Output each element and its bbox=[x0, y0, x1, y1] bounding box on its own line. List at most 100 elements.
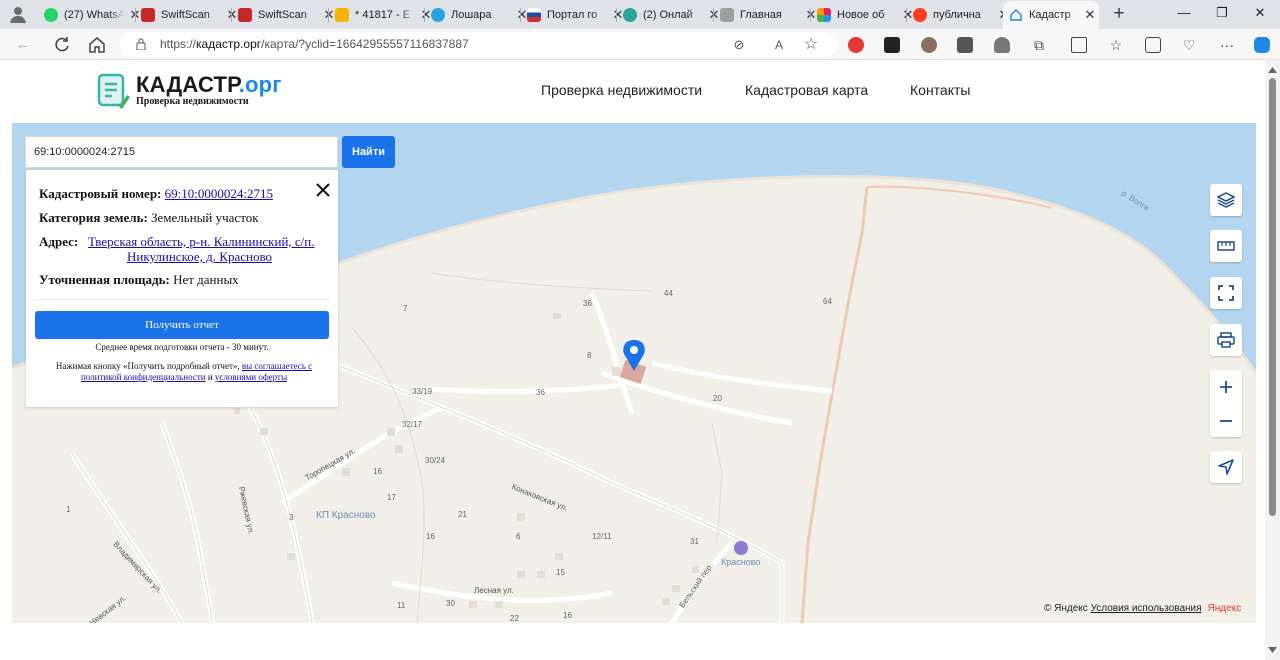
back-icon[interactable]: ← bbox=[13, 35, 33, 55]
address-row-continued: Никулинское, д. Красново bbox=[127, 249, 272, 265]
maximize-icon[interactable]: ❐ bbox=[1214, 5, 1230, 21]
house-number: 16 bbox=[426, 532, 435, 541]
url-text: https://кадастр.орг/карта/?yclid=1664295… bbox=[160, 37, 469, 51]
browser-tab[interactable]: Лошара ✕ bbox=[431, 2, 529, 28]
house-number: 33/19 bbox=[412, 387, 433, 396]
house-number: 3 bbox=[289, 513, 294, 522]
house-number: 11 bbox=[397, 601, 406, 610]
read-aloud-icon[interactable]: A bbox=[771, 37, 787, 53]
split-screen-icon[interactable] bbox=[1071, 37, 1087, 53]
area-row: Уточненная площадь: Нет данных bbox=[39, 272, 239, 287]
collections-icon[interactable] bbox=[1145, 37, 1161, 53]
browser-tab[interactable]: публична ✕ bbox=[913, 2, 1011, 28]
house-number: 1 bbox=[66, 505, 71, 514]
close-tab-icon[interactable]: ✕ bbox=[1083, 7, 1097, 23]
lock-icon[interactable] bbox=[136, 38, 146, 50]
scroll-up-icon[interactable] bbox=[1268, 66, 1277, 74]
more-menu-icon[interactable]: ··· bbox=[1219, 37, 1235, 53]
new-tab-icon[interactable]: + bbox=[1110, 4, 1128, 24]
house-number: 8 bbox=[587, 351, 592, 360]
map-label-street: Лесная ул. bbox=[474, 586, 514, 595]
offer-terms-link[interactable]: условиями оферты bbox=[215, 372, 287, 382]
house-number: 64 bbox=[823, 297, 832, 306]
close-tab-icon[interactable]: ✕ bbox=[225, 7, 239, 23]
tab-title: Лошара bbox=[451, 9, 492, 21]
terms-of-use-link[interactable]: Условия использования bbox=[1091, 603, 1202, 614]
logo-document-icon[interactable] bbox=[97, 73, 131, 109]
geolocation-button[interactable] bbox=[1210, 451, 1242, 483]
close-tab-icon[interactable]: ✕ bbox=[322, 7, 336, 23]
favorites-icon[interactable]: ☆ bbox=[1108, 37, 1124, 53]
map-copyright: © Яндекс Условия использования Яндекс bbox=[1044, 603, 1242, 614]
house-number: 17 bbox=[387, 493, 396, 502]
browser-tab[interactable]: SwiftScan ✕ bbox=[238, 2, 336, 28]
zoom-out-button[interactable] bbox=[1210, 404, 1242, 437]
get-report-button[interactable]: Получить отчет bbox=[35, 311, 329, 339]
scrollbar-thumb[interactable] bbox=[1269, 78, 1276, 516]
yandex-logo: Яндекс bbox=[1207, 603, 1242, 614]
telegram-icon bbox=[431, 8, 445, 22]
tab-title: Новое об bbox=[837, 9, 885, 21]
house-number: 36 bbox=[536, 388, 545, 397]
tab-title: Портал го bbox=[547, 9, 598, 21]
extension-icon[interactable] bbox=[994, 37, 1010, 53]
extension-icon[interactable] bbox=[848, 37, 864, 53]
minus-icon bbox=[1220, 419, 1232, 422]
close-icon[interactable] bbox=[315, 182, 331, 198]
extension-icon[interactable] bbox=[957, 37, 973, 53]
logo-title[interactable]: КАДАСТР.орг bbox=[136, 72, 282, 98]
browser-tab[interactable]: SwiftScan ✕ bbox=[141, 2, 239, 28]
house-number: 20 bbox=[713, 394, 722, 403]
nav-property-check[interactable]: Проверка недвижимости bbox=[541, 82, 702, 98]
extension-icon[interactable] bbox=[921, 37, 937, 53]
nav-cadastral-map[interactable]: Кадастровая карта bbox=[745, 82, 868, 98]
search-button[interactable]: Найти bbox=[342, 136, 395, 168]
address-link[interactable]: Тверская область, р-н. Калининский, с/п. bbox=[88, 234, 315, 249]
fullscreen-button[interactable] bbox=[1210, 277, 1242, 309]
profile-icon[interactable] bbox=[8, 4, 28, 24]
extensions-puzzle-icon[interactable]: ⧉ bbox=[1031, 37, 1047, 53]
cadastral-number-link[interactable]: 69:10:0000024:2715 bbox=[165, 186, 273, 201]
favorite-star-icon[interactable]: ☆ bbox=[803, 37, 819, 53]
close-window-icon[interactable]: ✕ bbox=[1252, 5, 1268, 21]
copilot-icon[interactable] bbox=[1254, 37, 1270, 53]
pdf-icon bbox=[141, 8, 155, 22]
browser-essentials-icon[interactable]: ♡ bbox=[1181, 37, 1197, 53]
home-icon[interactable] bbox=[87, 35, 107, 55]
divider bbox=[34, 299, 330, 300]
cadastral-search-input[interactable]: 69:10:0000024:2715 bbox=[25, 136, 338, 168]
site-header: КАДАСТР.орг Проверка недвижимости Провер… bbox=[3, 60, 1265, 123]
yandex-icon bbox=[913, 8, 927, 22]
tab-title: SwiftScan bbox=[258, 9, 307, 21]
print-button[interactable] bbox=[1210, 324, 1242, 356]
house-number: 21 bbox=[458, 510, 467, 519]
report-time-note: Среднее время подготовки отчета - 30 мин… bbox=[95, 342, 269, 352]
browser-tab[interactable]: * 41817 - Е ✕ bbox=[335, 2, 433, 28]
fullscreen-icon bbox=[1218, 285, 1234, 301]
layers-button[interactable] bbox=[1210, 184, 1242, 216]
scroll-down-icon[interactable] bbox=[1268, 646, 1277, 654]
address-link[interactable]: Никулинское, д. Красново bbox=[127, 249, 272, 264]
close-tab-icon[interactable]: ✕ bbox=[804, 7, 818, 23]
address-row: Адрес: Тверская область, р-н. Калинински… bbox=[39, 234, 315, 249]
close-tab-icon[interactable]: ✕ bbox=[707, 7, 721, 23]
zoom-in-button[interactable] bbox=[1210, 370, 1242, 403]
ruler-icon bbox=[1217, 241, 1235, 251]
house-number: 30/24 bbox=[425, 456, 446, 465]
browser-tab[interactable]: (2) Онлай ✕ bbox=[623, 2, 721, 28]
browser-tab[interactable]: (27) WhatsApp ✕ bbox=[44, 2, 142, 28]
browser-tab[interactable]: Главная ✕ bbox=[720, 2, 818, 28]
plus-icon bbox=[1220, 380, 1232, 393]
minimize-icon[interactable]: — bbox=[1176, 5, 1192, 21]
nav-contacts[interactable]: Контакты bbox=[910, 82, 970, 98]
browser-tab[interactable]: Новое об ✕ bbox=[817, 2, 915, 28]
browser-tab[interactable]: Портал го ✕ bbox=[527, 2, 625, 28]
page-scrollbar[interactable] bbox=[1265, 60, 1280, 660]
ruler-button[interactable] bbox=[1210, 230, 1242, 262]
house-number: 12/11 bbox=[592, 532, 612, 541]
browser-tab-active[interactable]: Кадастр ✕ bbox=[1003, 1, 1099, 29]
tracking-icon[interactable]: ⊘ bbox=[731, 37, 747, 53]
map-label-poi: Красново bbox=[721, 557, 761, 567]
extension-icon[interactable] bbox=[884, 37, 900, 53]
refresh-icon[interactable] bbox=[52, 35, 72, 55]
